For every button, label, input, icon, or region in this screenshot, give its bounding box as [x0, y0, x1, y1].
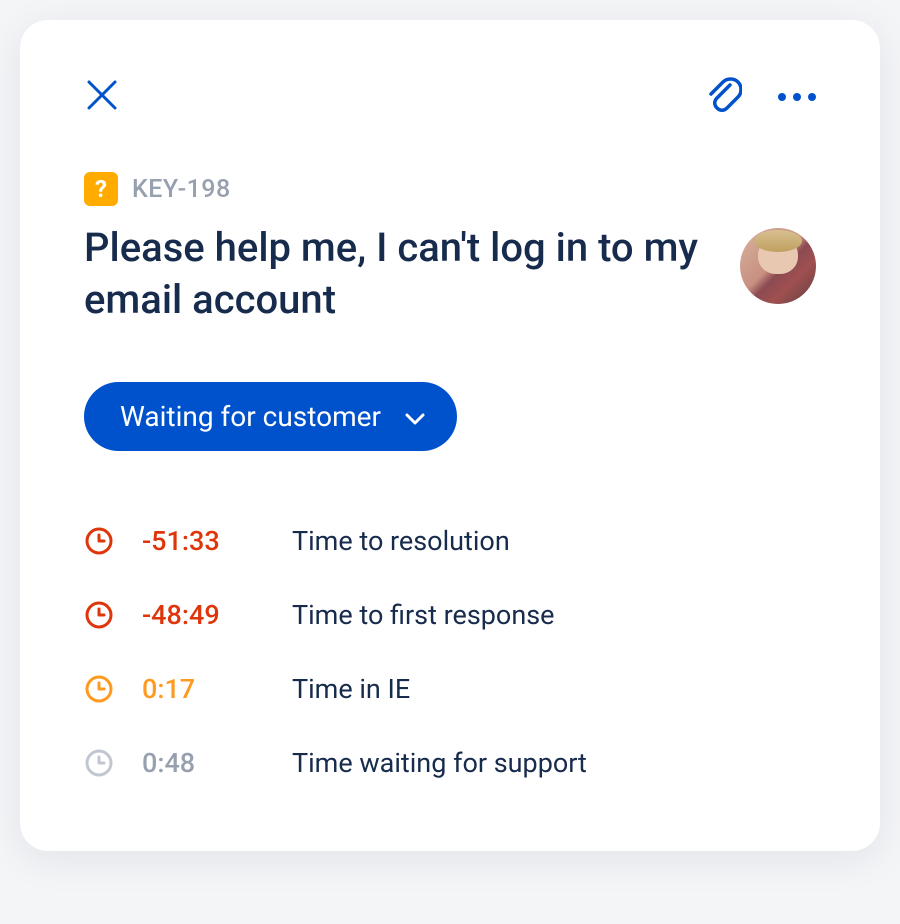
- sla-row: -48:49Time to first response: [84, 599, 816, 631]
- clock-icon: [84, 674, 114, 704]
- sla-label: Time to first response: [292, 599, 555, 631]
- sla-label: Time waiting for support: [292, 747, 587, 779]
- sla-list: -51:33Time to resolution -48:49Time to fi…: [84, 525, 816, 779]
- sla-row: 0:17Time in IE: [84, 673, 816, 705]
- close-icon[interactable]: [84, 77, 120, 117]
- issue-card: ? KEY-198 Please help me, I can't log in…: [20, 20, 880, 851]
- issue-title: Please help me, I can't log in to my ema…: [84, 222, 716, 326]
- issue-key[interactable]: KEY-198: [132, 175, 231, 204]
- header-actions: [706, 76, 816, 118]
- card-header: [84, 76, 816, 118]
- more-icon[interactable]: [778, 93, 816, 101]
- issue-key-row: ? KEY-198: [84, 172, 816, 206]
- sla-time: 0:17: [142, 673, 292, 705]
- status-label: Waiting for customer: [120, 400, 381, 433]
- sla-label: Time in IE: [292, 673, 410, 705]
- sla-row: 0:48Time waiting for support: [84, 747, 816, 779]
- sla-time: -51:33: [142, 525, 292, 557]
- sla-row: -51:33Time to resolution: [84, 525, 816, 557]
- avatar[interactable]: [740, 228, 816, 304]
- issue-type-icon: ?: [84, 172, 118, 206]
- status-dropdown[interactable]: Waiting for customer: [84, 382, 457, 451]
- sla-time: 0:48: [142, 747, 292, 779]
- attachment-icon[interactable]: [706, 76, 742, 118]
- clock-icon: [84, 748, 114, 778]
- title-row: Please help me, I can't log in to my ema…: [84, 222, 816, 326]
- clock-icon: [84, 600, 114, 630]
- sla-label: Time to resolution: [292, 525, 510, 557]
- sla-time: -48:49: [142, 599, 292, 631]
- chevron-down-icon: [405, 400, 425, 433]
- clock-icon: [84, 526, 114, 556]
